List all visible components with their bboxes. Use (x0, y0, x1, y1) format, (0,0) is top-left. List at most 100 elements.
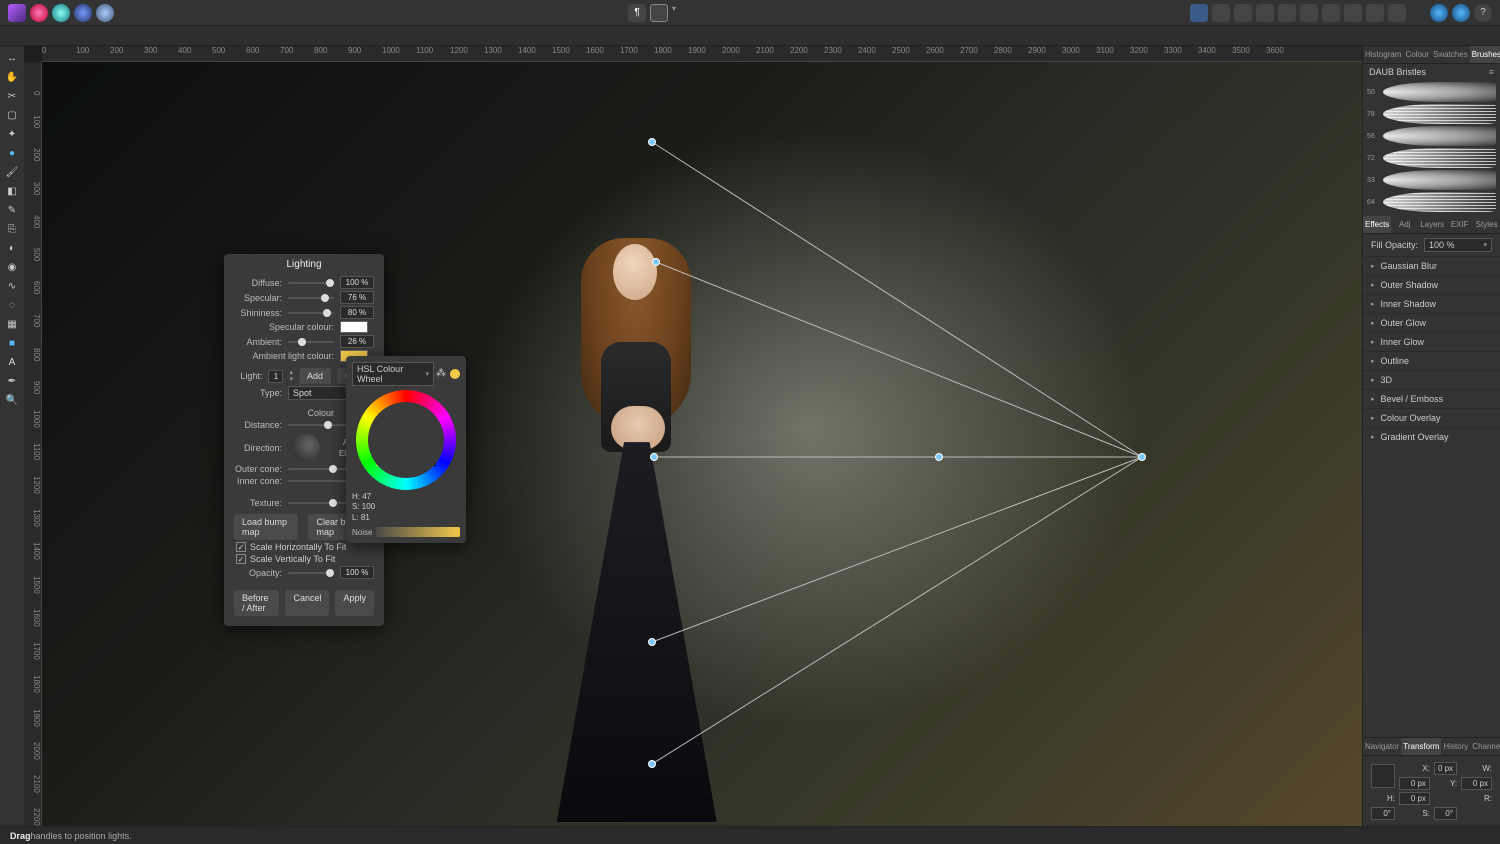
liquify-persona-icon[interactable] (52, 4, 70, 22)
diffuse-value[interactable]: 100 % (340, 276, 374, 289)
text-tool[interactable]: A (3, 354, 21, 371)
dlg-opacity-slider[interactable] (288, 568, 334, 578)
direction-dial[interactable] (292, 434, 320, 462)
paint-brush-tool[interactable]: 🖌 (3, 164, 21, 181)
clone-tool[interactable]: ⎘ (3, 221, 21, 238)
ambient-slider[interactable] (288, 337, 334, 347)
brush-item[interactable]: 56 (1367, 126, 1496, 146)
effect-bevel-emboss[interactable]: ▸Bevel / Emboss (1363, 389, 1500, 408)
effect-inner-glow[interactable]: ▸Inner Glow (1363, 332, 1500, 351)
tab-exif[interactable]: EXIF (1446, 216, 1473, 233)
light-mid-handle[interactable] (936, 454, 943, 461)
tab-adj[interactable]: Adj (1391, 216, 1418, 233)
brush-item[interactable]: 33 (1367, 170, 1496, 190)
export-persona-icon[interactable] (96, 4, 114, 22)
space-v-icon[interactable] (1278, 4, 1296, 22)
dodge-tool[interactable]: ◐ (3, 240, 21, 257)
grid-icon[interactable] (650, 4, 668, 22)
brush-item[interactable]: 78 (1367, 104, 1496, 124)
help-icon[interactable]: ? (1474, 4, 1492, 22)
align-top-icon[interactable] (1300, 4, 1318, 22)
r-value[interactable]: 0° (1371, 807, 1395, 820)
sync-icon[interactable] (1452, 4, 1470, 22)
dlg-opacity-value[interactable]: 100 % (340, 566, 374, 579)
align-right-icon[interactable] (1234, 4, 1252, 22)
before-after-button[interactable]: Before / After (234, 590, 279, 616)
tab-brushes[interactable]: Brushes (1470, 46, 1500, 63)
picker-tool[interactable]: ● (3, 145, 21, 162)
cancel-button[interactable]: Cancel (285, 590, 329, 616)
tab-channels[interactable]: Channels (1470, 738, 1500, 755)
erase-tool[interactable]: ◧ (3, 183, 21, 200)
brush-menu-icon[interactable]: ≡ (1489, 67, 1494, 77)
tab-navigator[interactable]: Navigator (1363, 738, 1401, 755)
x-value[interactable]: 0 px (1434, 762, 1457, 775)
tab-styles[interactable]: Styles (1473, 216, 1500, 233)
distribute-v-icon[interactable] (1388, 4, 1406, 22)
sponge-tool[interactable]: ◉ (3, 259, 21, 276)
effect-gaussian-blur[interactable]: ▸Gaussian Blur (1363, 256, 1500, 275)
effect-gradient-overlay[interactable]: ▸Gradient Overlay (1363, 427, 1500, 446)
specular-value[interactable]: 76 % (340, 291, 374, 304)
tab-transform[interactable]: Transform (1401, 738, 1441, 755)
h-value[interactable]: 0 px (1399, 792, 1430, 805)
brush-item[interactable]: 64 (1367, 192, 1496, 212)
grid-chevron-icon[interactable]: ▾ (672, 4, 676, 22)
light-origin-handle[interactable] (1139, 454, 1146, 461)
align-left-icon[interactable] (1190, 4, 1208, 22)
snapping-icon[interactable]: ¶ (628, 4, 646, 22)
develop-persona-icon[interactable] (74, 4, 92, 22)
smudge-tool[interactable]: ∿ (3, 278, 21, 295)
marquee-tool[interactable]: ▢ (3, 107, 21, 124)
colour-swatch-icon[interactable] (450, 369, 460, 379)
add-light-button[interactable]: Add (299, 368, 331, 384)
tab-colour[interactable]: Colour (1403, 46, 1431, 63)
canvas-area[interactable]: 0100200300400500600700800900100011001200… (24, 46, 1362, 826)
light-cone-top-handle[interactable] (649, 139, 656, 146)
inpaint-tool[interactable]: ✎ (3, 202, 21, 219)
view-tool[interactable]: ✋ (3, 69, 21, 86)
light-index[interactable]: 1 (268, 370, 283, 383)
apply-button[interactable]: Apply (335, 590, 374, 616)
app-logo-icon[interactable] (8, 4, 26, 22)
tab-layers[interactable]: Layers (1418, 216, 1446, 233)
brush-list[interactable]: 507856723364 (1363, 80, 1500, 216)
brush-item[interactable]: 50 (1367, 82, 1496, 102)
brush-item[interactable]: 72 (1367, 148, 1496, 168)
crop-tool[interactable]: ✂ (3, 88, 21, 105)
align-mid-icon[interactable] (1322, 4, 1340, 22)
shininess-slider[interactable] (288, 308, 334, 318)
colour-wheel[interactable] (356, 390, 456, 490)
space-h-icon[interactable] (1256, 4, 1274, 22)
diffuse-slider[interactable] (288, 278, 334, 288)
rectangle-tool[interactable]: ■ (3, 335, 21, 352)
flood-select-tool[interactable]: ✦ (3, 126, 21, 143)
colour-mode-dropdown[interactable]: HSL Colour Wheel (352, 362, 434, 386)
y-value[interactable]: 0 px (1461, 777, 1492, 790)
account-icon[interactable] (1430, 4, 1448, 22)
effect-colour-overlay[interactable]: ▸Colour Overlay (1363, 408, 1500, 427)
mesh-tool[interactable]: ▦ (3, 316, 21, 333)
zoom-tool[interactable]: 🔍 (3, 392, 21, 409)
tab-history[interactable]: History (1441, 738, 1470, 755)
colour-popover[interactable]: HSL Colour Wheel ⁂ H: 47 S: 100 L: 81 No… (346, 356, 466, 543)
effect-inner-shadow[interactable]: ▸Inner Shadow (1363, 294, 1500, 313)
spec-colour-swatch[interactable] (340, 321, 368, 333)
fill-opacity-dropdown[interactable]: 100 % (1424, 238, 1492, 252)
brush-category[interactable]: DAUB Bristles (1369, 67, 1426, 77)
photo-persona-icon[interactable] (30, 4, 48, 22)
effect--d[interactable]: ▸3D (1363, 370, 1500, 389)
tab-effects[interactable]: Effects (1363, 216, 1391, 233)
noise-slider[interactable] (376, 527, 460, 537)
pen-tool[interactable]: ✒ (3, 373, 21, 390)
tab-swatches[interactable]: Swatches (1431, 46, 1470, 63)
align-center-icon[interactable] (1212, 4, 1230, 22)
tab-histogram[interactable]: Histogram (1363, 46, 1403, 63)
effect-outline[interactable]: ▸Outline (1363, 351, 1500, 370)
blur-tool[interactable]: ◌ (3, 297, 21, 314)
specular-slider[interactable] (288, 293, 334, 303)
effect-outer-glow[interactable]: ▸Outer Glow (1363, 313, 1500, 332)
light-stepper-icon[interactable]: ▴▾ (289, 369, 293, 383)
w-value[interactable]: 0 px (1399, 777, 1430, 790)
align-bot-icon[interactable] (1344, 4, 1362, 22)
